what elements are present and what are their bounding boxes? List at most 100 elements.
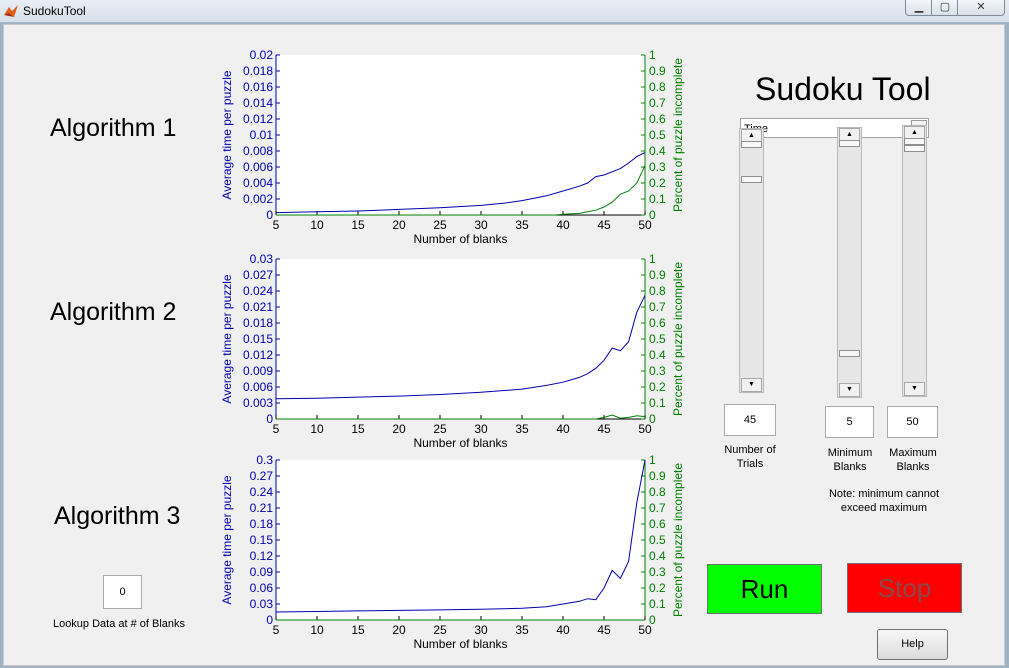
y-tick-label-right: 0.6: [649, 316, 666, 330]
y-axis-label-left: Average time per puzzle: [220, 475, 234, 605]
y-tick-label-left: 0.012: [243, 112, 273, 126]
trials-slider-down-arrow[interactable]: ▼: [741, 378, 762, 392]
x-tick-label: 35: [515, 218, 529, 232]
y-tick-label-right: 0.9: [649, 64, 666, 78]
max-slider-down-arrow[interactable]: ▼: [904, 382, 925, 396]
max-blanks-input[interactable]: 50: [887, 406, 938, 438]
y-tick-label-right: 0.7: [649, 96, 666, 110]
lookup-blanks-label: Lookup Data at # of Blanks: [52, 618, 186, 630]
y-tick-label-right: 0.3: [649, 160, 666, 174]
x-tick-label: 25: [433, 422, 447, 436]
y-tick-label-right: 0.8: [649, 80, 666, 94]
y-tick-label-right: 0.3: [649, 565, 666, 579]
x-tick-label: 5: [273, 623, 280, 637]
x-tick-label: 45: [597, 422, 611, 436]
x-tick-label: 35: [515, 422, 529, 436]
maximize-button[interactable]: ▢: [931, 0, 959, 16]
chart-algorithm-3: 5 10 15 20 25 30 35 40 45 5000.030.060.090.120.15…: [220, 455, 685, 651]
metric-dropdown[interactable]: Time ▼: [740, 118, 929, 138]
help-button[interactable]: Help: [877, 629, 948, 660]
y-tick-label-right: 0: [649, 208, 656, 222]
trials-label: Number of Trials: [714, 443, 786, 471]
max-blanks-label: Maximum Blanks: [878, 446, 948, 474]
min-max-note: Note: minimum cannot exceed maximum: [809, 487, 959, 515]
x-tick-label: 5: [273, 218, 280, 232]
min-blanks-slider[interactable]: ▲ ▼: [837, 127, 862, 398]
trials-slider[interactable]: ▲ ▼: [739, 128, 764, 393]
y-axis-label-right: Percent of puzzle incomplete: [671, 262, 685, 416]
y-tick-label-right: 0.2: [649, 581, 666, 595]
y-tick-label-left: 0.3: [256, 455, 273, 467]
y-tick-label-left: 0: [266, 208, 273, 222]
y-tick-label-right: 0.4: [649, 144, 666, 158]
plot-area: [276, 460, 645, 620]
trials-input[interactable]: 45: [724, 404, 776, 436]
window-title-bar: SudokuTool ▁ ▢ ✕: [0, 0, 1009, 23]
y-tick-label-left: 0.015: [243, 332, 273, 346]
x-tick-label: 10: [310, 218, 324, 232]
close-button[interactable]: ✕: [957, 0, 1005, 16]
x-tick-label: 30: [474, 218, 488, 232]
y-tick-label-left: 0.01: [250, 128, 274, 142]
y-tick-label-left: 0.002: [243, 192, 273, 206]
x-tick-label: 25: [433, 218, 447, 232]
matlab-app-icon: [4, 5, 18, 17]
y-tick-label-right: 0.3: [649, 364, 666, 378]
y-tick-label-right: 0.8: [649, 485, 666, 499]
y-tick-label-left: 0.027: [243, 268, 273, 282]
y-tick-label-right: 0.1: [649, 192, 666, 206]
y-tick-label-left: 0.016: [243, 80, 273, 94]
y-tick-label-left: 0: [266, 613, 273, 627]
y-tick-label-right: 0: [649, 613, 656, 627]
y-tick-label-right: 0.5: [649, 332, 666, 346]
note-line1: Note: minimum cannot: [828, 488, 940, 500]
y-tick-label-left: 0.12: [250, 549, 274, 563]
y-tick-label-right: 0.1: [649, 396, 666, 410]
window-title: SudokuTool: [23, 4, 86, 18]
trials-slider-thumb-top[interactable]: [741, 141, 762, 148]
y-tick-label-left: 0.014: [243, 96, 273, 110]
max-blanks-slider[interactable]: ▲ ▼: [902, 125, 927, 397]
min-blanks-label: Minimum Blanks: [815, 446, 885, 474]
app-title: Sudoku Tool: [755, 71, 931, 107]
max-slider-thumb[interactable]: [904, 145, 925, 152]
max-slider-thumb-top[interactable]: [904, 138, 925, 145]
plot-area: [276, 259, 645, 419]
y-tick-label-left: 0.15: [250, 533, 274, 547]
min-slider-down-arrow[interactable]: ▼: [839, 383, 860, 397]
y-tick-label-left: 0.003: [243, 396, 273, 410]
y-tick-label-left: 0.006: [243, 160, 273, 174]
trials-slider-thumb[interactable]: [741, 176, 762, 183]
min-slider-thumb-top[interactable]: [839, 140, 860, 147]
y-tick-label-right: 0.2: [649, 176, 666, 190]
y-tick-label-left: 0.03: [250, 254, 274, 266]
x-tick-label: 45: [597, 218, 611, 232]
min-label-line2: Blanks: [833, 461, 867, 473]
minimize-button[interactable]: ▁: [905, 0, 933, 16]
y-tick-label-left: 0.18: [250, 517, 274, 531]
min-blanks-input[interactable]: 5: [825, 406, 874, 438]
y-tick-label-right: 0.2: [649, 380, 666, 394]
y-tick-label-right: 0.6: [649, 112, 666, 126]
y-tick-label-left: 0.009: [243, 364, 273, 378]
algorithm-2-label: Algorithm 2: [50, 298, 177, 326]
y-tick-label-left: 0.06: [250, 581, 274, 595]
max-label-line2: Blanks: [896, 461, 930, 473]
y-tick-label-left: 0.09: [250, 565, 274, 579]
x-tick-label: 10: [310, 623, 324, 637]
note-line2: exceed maximum: [840, 502, 928, 514]
y-axis-label-right: Percent of puzzle incomplete: [671, 463, 685, 617]
run-button[interactable]: Run: [707, 564, 822, 614]
y-tick-label-left: 0.02: [250, 50, 274, 62]
y-tick-label-left: 0.008: [243, 144, 273, 158]
lookup-blanks-input[interactable]: 0: [103, 575, 142, 609]
y-tick-label-left: 0.03: [250, 597, 274, 611]
x-axis-label: Number of blanks: [413, 436, 507, 450]
max-label-line1: Maximum: [889, 447, 937, 459]
trials-label-line2: Trials: [736, 458, 764, 470]
x-axis-label: Number of blanks: [413, 232, 507, 246]
stop-button[interactable]: Stop: [847, 563, 962, 613]
y-tick-label-right: 0.4: [649, 549, 666, 563]
x-tick-label: 40: [556, 623, 570, 637]
min-slider-thumb[interactable]: [839, 350, 860, 357]
